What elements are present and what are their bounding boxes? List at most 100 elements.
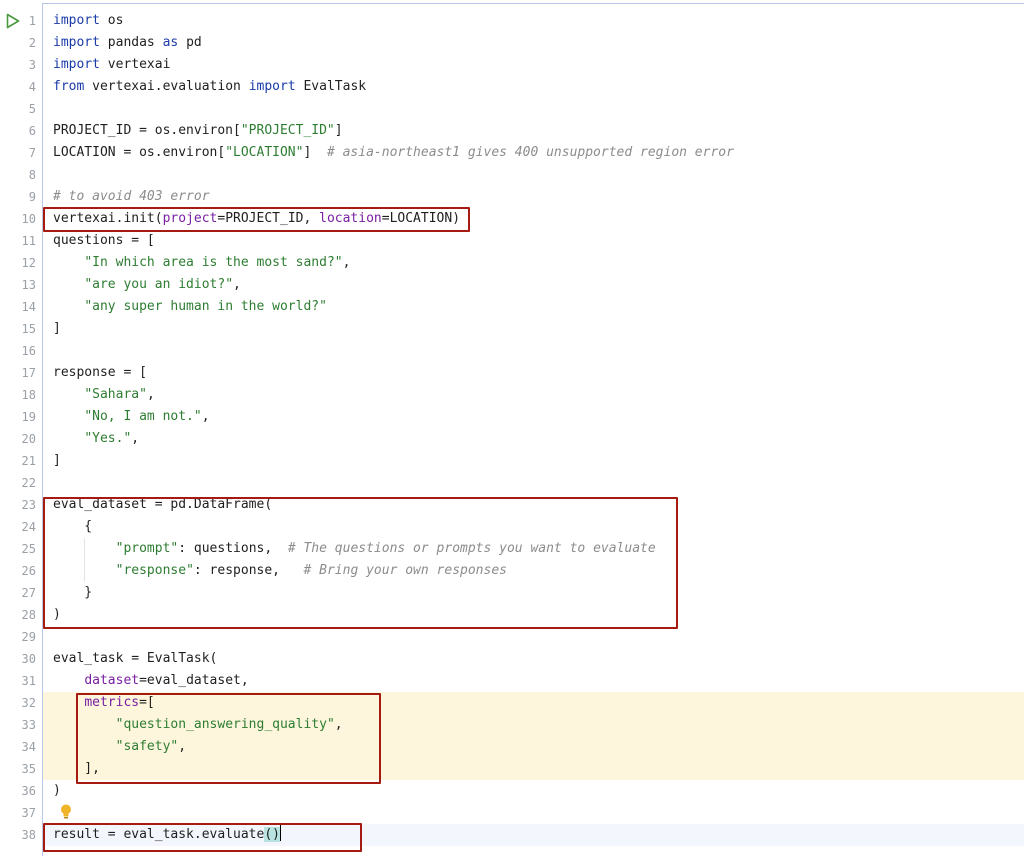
line-number[interactable]: 13 (0, 274, 36, 296)
line-number[interactable]: 20 (0, 428, 36, 450)
code-line[interactable]: 9 # to avoid 403 error (0, 186, 1024, 208)
code-text[interactable]: ] (53, 450, 61, 472)
code-text[interactable]: import vertexai (53, 54, 170, 76)
line-number[interactable]: 21 (0, 450, 36, 472)
line-number[interactable]: 25 (0, 538, 36, 560)
code-line[interactable]: 7 LOCATION = os.environ["LOCATION"] # asi… (0, 142, 1024, 164)
line-number[interactable]: 24 (0, 516, 36, 538)
line-number[interactable]: 36 (0, 780, 36, 802)
line-number[interactable]: 16 (0, 340, 36, 362)
code-line[interactable]: 13 "are you an idiot?", (0, 274, 1024, 296)
line-number[interactable]: 1 (0, 10, 36, 32)
line-number[interactable]: 12 (0, 252, 36, 274)
code-line[interactable]: 11 questions = [ (0, 230, 1024, 252)
line-number[interactable]: 2 (0, 32, 36, 54)
token-kw: import (53, 13, 100, 28)
code-text[interactable]: import os (53, 10, 123, 32)
line-number[interactable]: 29 (0, 626, 36, 648)
code-text[interactable]: from vertexai.evaluation import EvalTask (53, 76, 366, 98)
line-number[interactable]: 9 (0, 186, 36, 208)
lightbulb-icon[interactable] (59, 803, 73, 821)
line-number[interactable]: 34 (0, 736, 36, 758)
code-text[interactable]: import pandas as pd (53, 32, 202, 54)
line-background (43, 340, 1024, 362)
code-line[interactable]: 37 (0, 802, 1024, 824)
line-number[interactable]: 33 (0, 714, 36, 736)
code-line[interactable]: 31 dataset=eval_dataset, (0, 670, 1024, 692)
line-number[interactable]: 35 (0, 758, 36, 780)
code-text[interactable]: eval_task = EvalTask( (53, 648, 217, 670)
code-text[interactable]: dataset=eval_dataset, (53, 670, 248, 692)
code-text[interactable]: "No, I am not.", (53, 406, 209, 428)
line-number[interactable]: 5 (0, 98, 36, 120)
line-number[interactable]: 27 (0, 582, 36, 604)
code-text[interactable]: response = [ (53, 362, 147, 384)
code-line[interactable]: 8 (0, 164, 1024, 186)
line-number[interactable]: 17 (0, 362, 36, 384)
code-line[interactable]: 14 "any super human in the world?" (0, 296, 1024, 318)
code-text[interactable]: questions = [ (53, 230, 155, 252)
code-text[interactable]: "Yes.", (53, 428, 139, 450)
code-text[interactable]: ) (53, 780, 61, 802)
line-number[interactable]: 8 (0, 164, 36, 186)
line-number[interactable]: 15 (0, 318, 36, 340)
code-line[interactable]: 29 (0, 626, 1024, 648)
code-line[interactable]: 16 (0, 340, 1024, 362)
code-line[interactable]: 17 response = [ (0, 362, 1024, 384)
token: ] (334, 123, 343, 138)
code-line[interactable]: 19 "No, I am not.", (0, 406, 1024, 428)
code-text[interactable]: "are you an idiot?", (53, 274, 241, 296)
line-number[interactable]: 11 (0, 230, 36, 252)
line-number[interactable]: 30 (0, 648, 36, 670)
line-background (43, 164, 1024, 186)
code-line[interactable]: 15] (0, 318, 1024, 340)
token-kw: as (162, 35, 179, 50)
token-str: "are you an idiot?" (84, 277, 234, 292)
code-editor[interactable]: 1 import os 2 import pandas as pd 3 import ve… (0, 0, 1024, 856)
line-number[interactable]: 4 (0, 76, 36, 98)
line-number[interactable]: 23 (0, 494, 36, 516)
code-line[interactable]: 18 "Sahara", (0, 384, 1024, 406)
line-number[interactable]: 26 (0, 560, 36, 582)
token-str: "Yes." (84, 431, 132, 446)
token: vertexai (99, 57, 171, 72)
code-line[interactable]: 3 import vertexai (0, 54, 1024, 76)
token: ] (303, 145, 327, 160)
token: ) (53, 783, 61, 798)
line-number[interactable]: 18 (0, 384, 36, 406)
code-text[interactable]: PROJECT_ID = os.environ["PROJECT_ID"] (53, 120, 343, 142)
code-line[interactable]: 22 (0, 472, 1024, 494)
line-number[interactable]: 14 (0, 296, 36, 318)
code-text[interactable]: # to avoid 403 error (53, 186, 210, 208)
line-number[interactable]: 37 (0, 802, 36, 824)
line-number[interactable]: 32 (0, 692, 36, 714)
code-line[interactable]: 5 (0, 98, 1024, 120)
line-number[interactable]: 28 (0, 604, 36, 626)
line-number[interactable]: 7 (0, 142, 36, 164)
code-line[interactable]: 6 PROJECT_ID = os.environ["PROJECT_ID"] (0, 120, 1024, 142)
token-cm: # to avoid 403 error (53, 189, 210, 204)
token: , (146, 387, 155, 402)
code-text[interactable]: "Sahara", (53, 384, 155, 406)
code-line[interactable]: 4 from vertexai.evaluation import EvalTas… (0, 76, 1024, 98)
code-line[interactable]: 30 eval_task = EvalTask( (0, 648, 1024, 670)
code-text[interactable]: "any super human in the world?" (53, 296, 327, 318)
line-number[interactable]: 10 (0, 208, 36, 230)
code-line[interactable]: 12 "In which area is the most sand?", (0, 252, 1024, 274)
code-line[interactable]: 1 import os (0, 10, 1024, 32)
code-line[interactable]: 2 import pandas as pd (0, 32, 1024, 54)
code-line[interactable]: 20 "Yes.", (0, 428, 1024, 450)
code-text[interactable]: ] (53, 318, 61, 340)
line-number[interactable]: 22 (0, 472, 36, 494)
line-number[interactable]: 3 (0, 54, 36, 76)
line-number[interactable]: 31 (0, 670, 36, 692)
line-number[interactable]: 19 (0, 406, 36, 428)
code-text[interactable]: LOCATION = os.environ["LOCATION"] # asia… (53, 142, 734, 164)
line-number[interactable]: 38 (0, 824, 36, 846)
line-number[interactable]: 6 (0, 120, 36, 142)
code-text[interactable]: "In which area is the most sand?", (53, 252, 350, 274)
token: pandas (99, 35, 163, 50)
code-line[interactable]: 21] (0, 450, 1024, 472)
